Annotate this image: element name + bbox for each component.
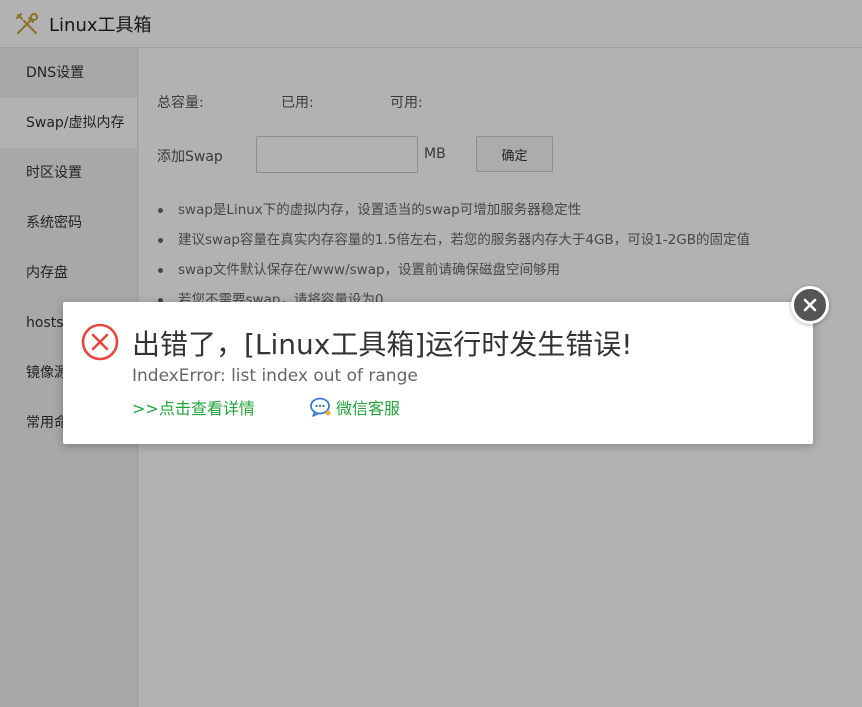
error-title: 出错了，[Linux工具箱]运行时发生错误! [132, 328, 633, 361]
wechat-support-link[interactable]: 微信客服 [309, 395, 400, 419]
close-icon [803, 298, 817, 312]
dialog-close-button[interactable] [791, 286, 829, 324]
view-details-link[interactable]: >>点击查看详情 [132, 395, 255, 419]
error-detail: IndexError: list index out of range [132, 366, 418, 386]
chat-bubble-icon [310, 397, 331, 417]
app-window: Linux工具箱 DNS设置 Swap/虚拟内存 时区设置 系统密码 内存盘 h… [0, 0, 862, 707]
wechat-support-label: 微信客服 [336, 399, 401, 418]
error-circle-icon [81, 323, 119, 361]
error-dialog: 出错了，[Linux工具箱]运行时发生错误! IndexError: list … [63, 302, 813, 444]
